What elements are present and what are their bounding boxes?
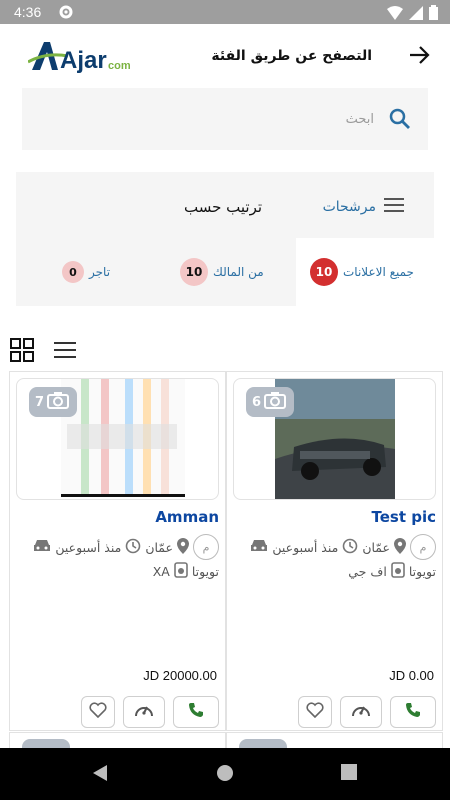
car-icon bbox=[250, 539, 268, 556]
camera-icon bbox=[264, 391, 287, 413]
filter-button[interactable]: مرشحات bbox=[323, 197, 406, 217]
location-pin-icon bbox=[177, 537, 189, 557]
page-title: التصفح عن طريق الفئة bbox=[211, 48, 372, 64]
call-button[interactable] bbox=[173, 696, 219, 728]
call-button[interactable] bbox=[390, 696, 436, 728]
tab-all-listings[interactable]: 10 جميع الاعلانات bbox=[296, 238, 434, 306]
logo-suffix: com bbox=[108, 60, 131, 72]
listing-vehicle-info: تويوتا اف جي bbox=[348, 562, 436, 581]
nav-back-icon[interactable] bbox=[92, 764, 108, 786]
tab-label: من المالك bbox=[213, 265, 264, 279]
location-pin-icon bbox=[394, 537, 406, 557]
listing-card[interactable]: 7 Amman م عمّان منذ أسبوعين تويوتا XA JD… bbox=[9, 371, 226, 731]
clock-icon bbox=[342, 538, 358, 557]
listing-location: عمّان bbox=[362, 539, 390, 555]
speedometer-icon bbox=[351, 701, 371, 723]
listing-actions bbox=[81, 696, 219, 728]
menu-icon bbox=[384, 197, 406, 217]
phone-icon bbox=[188, 702, 204, 722]
settings-gear-icon bbox=[58, 4, 74, 24]
listing-vehicle-info: تويوتا XA bbox=[153, 562, 219, 581]
listing-image[interactable]: 6 bbox=[233, 378, 436, 500]
search-icon[interactable] bbox=[388, 107, 412, 135]
heart-icon bbox=[306, 702, 324, 722]
search-input[interactable]: ابحث bbox=[22, 88, 428, 150]
listing-tabs: 10 جميع الاعلانات 10 من المالك 0 تاجر bbox=[16, 238, 434, 306]
listing-meta: م عمّان منذ أسبوعين bbox=[250, 534, 436, 560]
tab-count-badge: 0 bbox=[62, 261, 84, 283]
tab-count-badge: 10 bbox=[310, 258, 338, 286]
phone-icon bbox=[405, 702, 421, 722]
nav-recents-icon[interactable] bbox=[341, 764, 357, 784]
favorite-button[interactable] bbox=[81, 696, 115, 728]
clock-icon bbox=[125, 538, 141, 557]
photo-count: 6 bbox=[252, 394, 262, 410]
camera-icon bbox=[47, 391, 70, 413]
filter-label: مرشحات bbox=[322, 199, 376, 215]
tab-count-badge: 10 bbox=[180, 258, 208, 286]
listing-title[interactable]: Amman bbox=[155, 508, 219, 526]
photo-count-badge: 7 bbox=[29, 387, 77, 417]
back-arrow-icon[interactable] bbox=[408, 44, 430, 66]
specs-button[interactable] bbox=[123, 696, 165, 728]
listing-time: منذ أسبوعين bbox=[55, 539, 122, 555]
battery-icon bbox=[429, 5, 438, 24]
tab-from-owner[interactable]: 10 من المالك bbox=[180, 238, 290, 306]
car-icon bbox=[33, 539, 51, 556]
system-nav-bar bbox=[0, 748, 450, 800]
listing-model: اف جي bbox=[348, 564, 387, 579]
ajar-logo: Ajar com bbox=[27, 38, 138, 74]
list-view-icon[interactable] bbox=[54, 340, 78, 364]
nav-home-icon[interactable] bbox=[216, 764, 234, 786]
photo-count-badge: 6 bbox=[246, 387, 294, 417]
owner-avatar: م bbox=[193, 534, 219, 560]
sort-button[interactable]: ترتيب حسب bbox=[184, 198, 262, 216]
status-bar: 4:36 bbox=[0, 0, 450, 24]
fuel-icon bbox=[391, 562, 405, 581]
owner-avatar: م bbox=[410, 534, 436, 560]
listing-price: JD 0.00 bbox=[389, 668, 434, 683]
grid-view-icon[interactable] bbox=[10, 338, 34, 366]
speedometer-icon bbox=[134, 701, 154, 723]
listing-actions bbox=[298, 696, 436, 728]
specs-button[interactable] bbox=[340, 696, 382, 728]
listing-time: منذ أسبوعين bbox=[272, 539, 339, 555]
listing-price: JD 20000.00 bbox=[143, 668, 217, 683]
heart-icon bbox=[89, 702, 107, 722]
logo-text: Ajar bbox=[60, 47, 107, 74]
search-placeholder: ابحث bbox=[345, 112, 374, 127]
sort-filter-bar: ترتيب حسب مرشحات bbox=[16, 172, 434, 238]
listing-title[interactable]: Test pic bbox=[371, 508, 436, 526]
tab-dealer[interactable]: 0 تاجر bbox=[62, 238, 142, 306]
tab-label: جميع الاعلانات bbox=[343, 265, 414, 279]
listing-meta: م عمّان منذ أسبوعين bbox=[33, 534, 219, 560]
fuel-icon bbox=[174, 562, 188, 581]
wifi-icon bbox=[387, 5, 403, 24]
signal-icon bbox=[409, 5, 423, 24]
listing-make: تويوتا bbox=[408, 564, 436, 579]
favorite-button[interactable] bbox=[298, 696, 332, 728]
listing-location: عمّان bbox=[145, 539, 173, 555]
app-header: Ajar com التصفح عن طريق الفئة bbox=[0, 24, 450, 88]
listing-image[interactable]: 7 bbox=[16, 378, 219, 500]
tab-label: تاجر bbox=[89, 265, 111, 279]
status-time: 4:36 bbox=[14, 4, 42, 20]
listing-make: تويوتا bbox=[191, 564, 219, 579]
photo-count: 7 bbox=[35, 394, 45, 410]
listing-card[interactable]: 6 Test pic م عمّان منذ أسبوعين تويوتا اف… bbox=[226, 371, 443, 731]
listing-model: XA bbox=[152, 564, 170, 579]
